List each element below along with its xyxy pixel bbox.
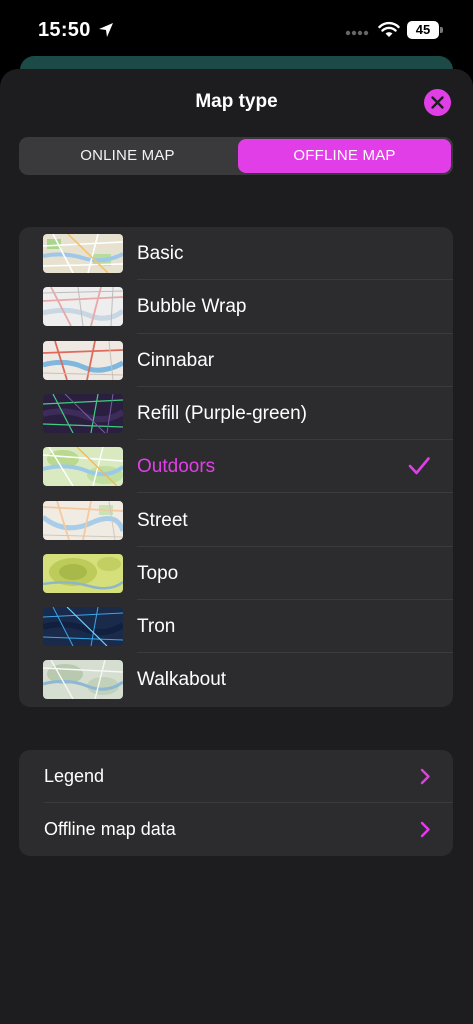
location-arrow-icon: [99, 23, 113, 37]
map-style-row-walkabout[interactable]: Walkabout: [19, 653, 453, 706]
battery-cap: [440, 27, 443, 33]
street-map-thumbnail: [43, 500, 123, 540]
map-style-row-basic[interactable]: Basic: [19, 227, 453, 281]
map-style-label: Bubble Wrap: [137, 296, 247, 318]
bubble-wrap-map-thumbnail: [43, 287, 123, 327]
map-style-label: Tron: [137, 616, 176, 638]
close-icon: [431, 96, 444, 109]
status-bar: 15:50 45: [0, 0, 473, 64]
checkmark-icon: [408, 457, 430, 475]
tab-online-map[interactable]: ONLINE MAP: [21, 139, 234, 173]
basic-map-thumbnail: [43, 234, 123, 273]
legend-label: Legend: [44, 766, 105, 786]
map-style-label: Cinnabar: [137, 349, 215, 371]
tron-map-thumbnail: [43, 607, 123, 647]
chevron-right-icon: [420, 821, 430, 838]
cellular-signal-icon: [345, 30, 369, 36]
topo-map-thumbnail: [43, 553, 123, 593]
map-source-segmented-control: ONLINE MAP OFFLINE MAP: [19, 137, 453, 175]
map-style-label: Basic: [137, 243, 184, 264]
map-style-row-cinnabar[interactable]: Cinnabar: [19, 334, 453, 387]
status-time: 15:50: [38, 19, 91, 41]
map-style-label: Topo: [137, 562, 179, 584]
tab-offline-map[interactable]: OFFLINE MAP: [238, 139, 451, 173]
map-settings-list: Legend Offline map data: [19, 750, 453, 856]
map-style-label: Refill (Purple-green): [137, 402, 308, 424]
battery-icon: 45: [407, 21, 439, 39]
map-style-label: Outdoors: [137, 456, 216, 478]
map-style-label: Walkabout: [137, 669, 227, 691]
map-type-sheet: Map type ONLINE MAP OFFLINE MAP Basic Bu…: [0, 69, 473, 1024]
map-style-list: Basic Bubble Wrap Cinnabar Refill (Purpl…: [19, 227, 453, 707]
map-style-label: Street: [137, 509, 188, 531]
refill-map-thumbnail: [43, 393, 123, 433]
chevron-right-icon: [420, 768, 430, 785]
cinnabar-map-thumbnail: [43, 340, 123, 380]
map-style-row-street[interactable]: Street: [19, 494, 453, 547]
close-button[interactable]: [424, 89, 451, 116]
offline-map-data-row[interactable]: Offline map data: [19, 803, 453, 856]
map-style-row-outdoors[interactable]: Outdoors: [19, 440, 453, 494]
map-style-row-topo[interactable]: Topo: [19, 547, 453, 601]
offline-map-data-label: Offline map data: [44, 819, 176, 839]
map-style-row-bubble-wrap[interactable]: Bubble Wrap: [19, 280, 453, 334]
map-style-row-refill-purple-green[interactable]: Refill (Purple-green): [19, 387, 453, 441]
outdoors-map-thumbnail: [43, 447, 123, 487]
sheet-title: Map type: [195, 91, 278, 112]
legend-row[interactable]: Legend: [19, 750, 453, 803]
wifi-icon: [378, 21, 400, 37]
walkabout-map-thumbnail: [43, 660, 123, 700]
map-style-row-tron[interactable]: Tron: [19, 600, 453, 654]
